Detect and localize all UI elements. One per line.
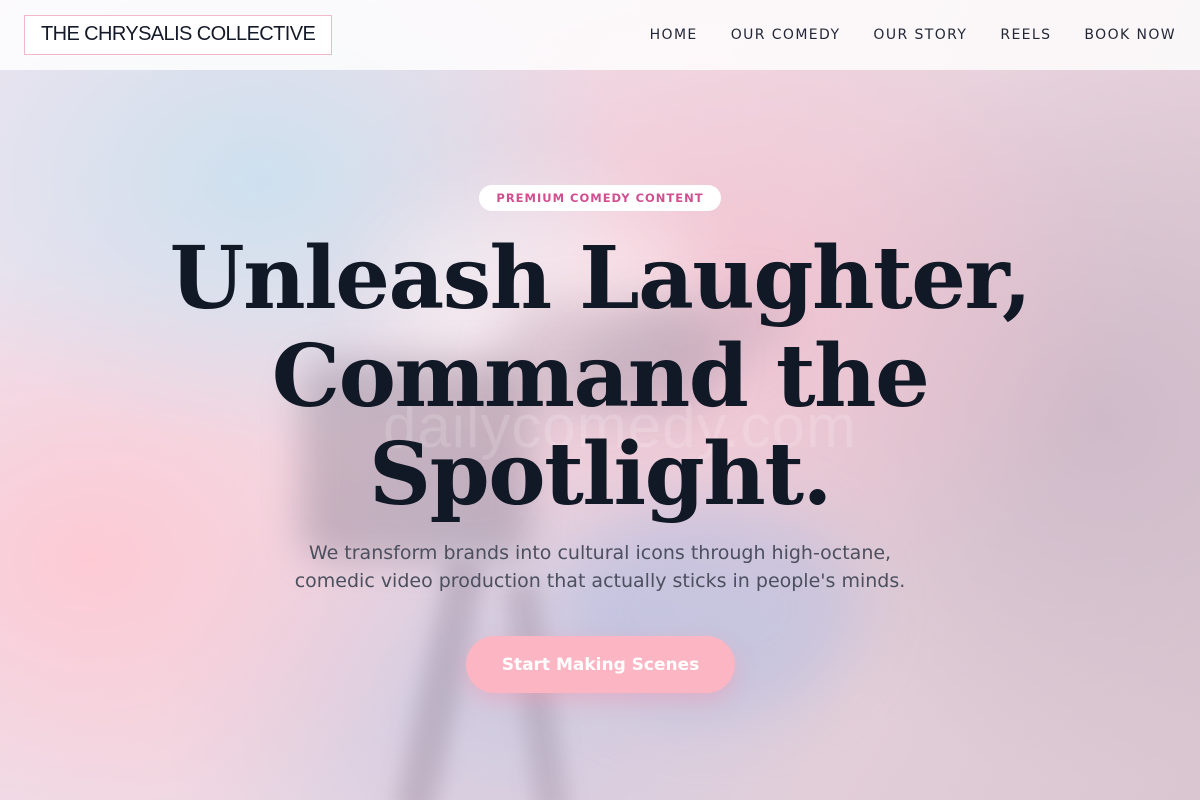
site-header: THE CHRYSALIS COLLECTIVE HOME OUR COMEDY… — [0, 0, 1200, 70]
nav-link-our-comedy[interactable]: OUR COMEDY — [731, 27, 841, 43]
nav-link-home[interactable]: HOME — [650, 27, 698, 43]
headline-line: Command the — [271, 326, 930, 427]
hero-subtext: We transform brands into cultural icons … — [220, 539, 980, 595]
hero-section: PREMIUM COMEDY CONTENT Unleash Laughter,… — [0, 70, 1200, 800]
site-logo[interactable]: THE CHRYSALIS COLLECTIVE — [24, 15, 333, 55]
nav-link-book-now[interactable]: BOOK NOW — [1084, 27, 1176, 43]
headline-line: Unleash Laughter, — [169, 228, 1032, 329]
headline-line: Spotlight. — [369, 424, 833, 525]
nav-link-reels[interactable]: REELS — [1000, 27, 1051, 43]
subtext-line: comedic video production that actually s… — [294, 570, 906, 592]
category-badge: PREMIUM COMEDY CONTENT — [479, 185, 721, 211]
start-making-scenes-button[interactable]: Start Making Scenes — [466, 636, 735, 693]
hero-headline: Unleash Laughter, Command the Spotlight. — [100, 230, 1100, 524]
subtext-line: We transform brands into cultural icons … — [308, 542, 892, 564]
nav-link-our-story[interactable]: OUR STORY — [873, 27, 967, 43]
main-nav: HOME OUR COMEDY OUR STORY REELS BOOK NOW — [650, 27, 1176, 43]
